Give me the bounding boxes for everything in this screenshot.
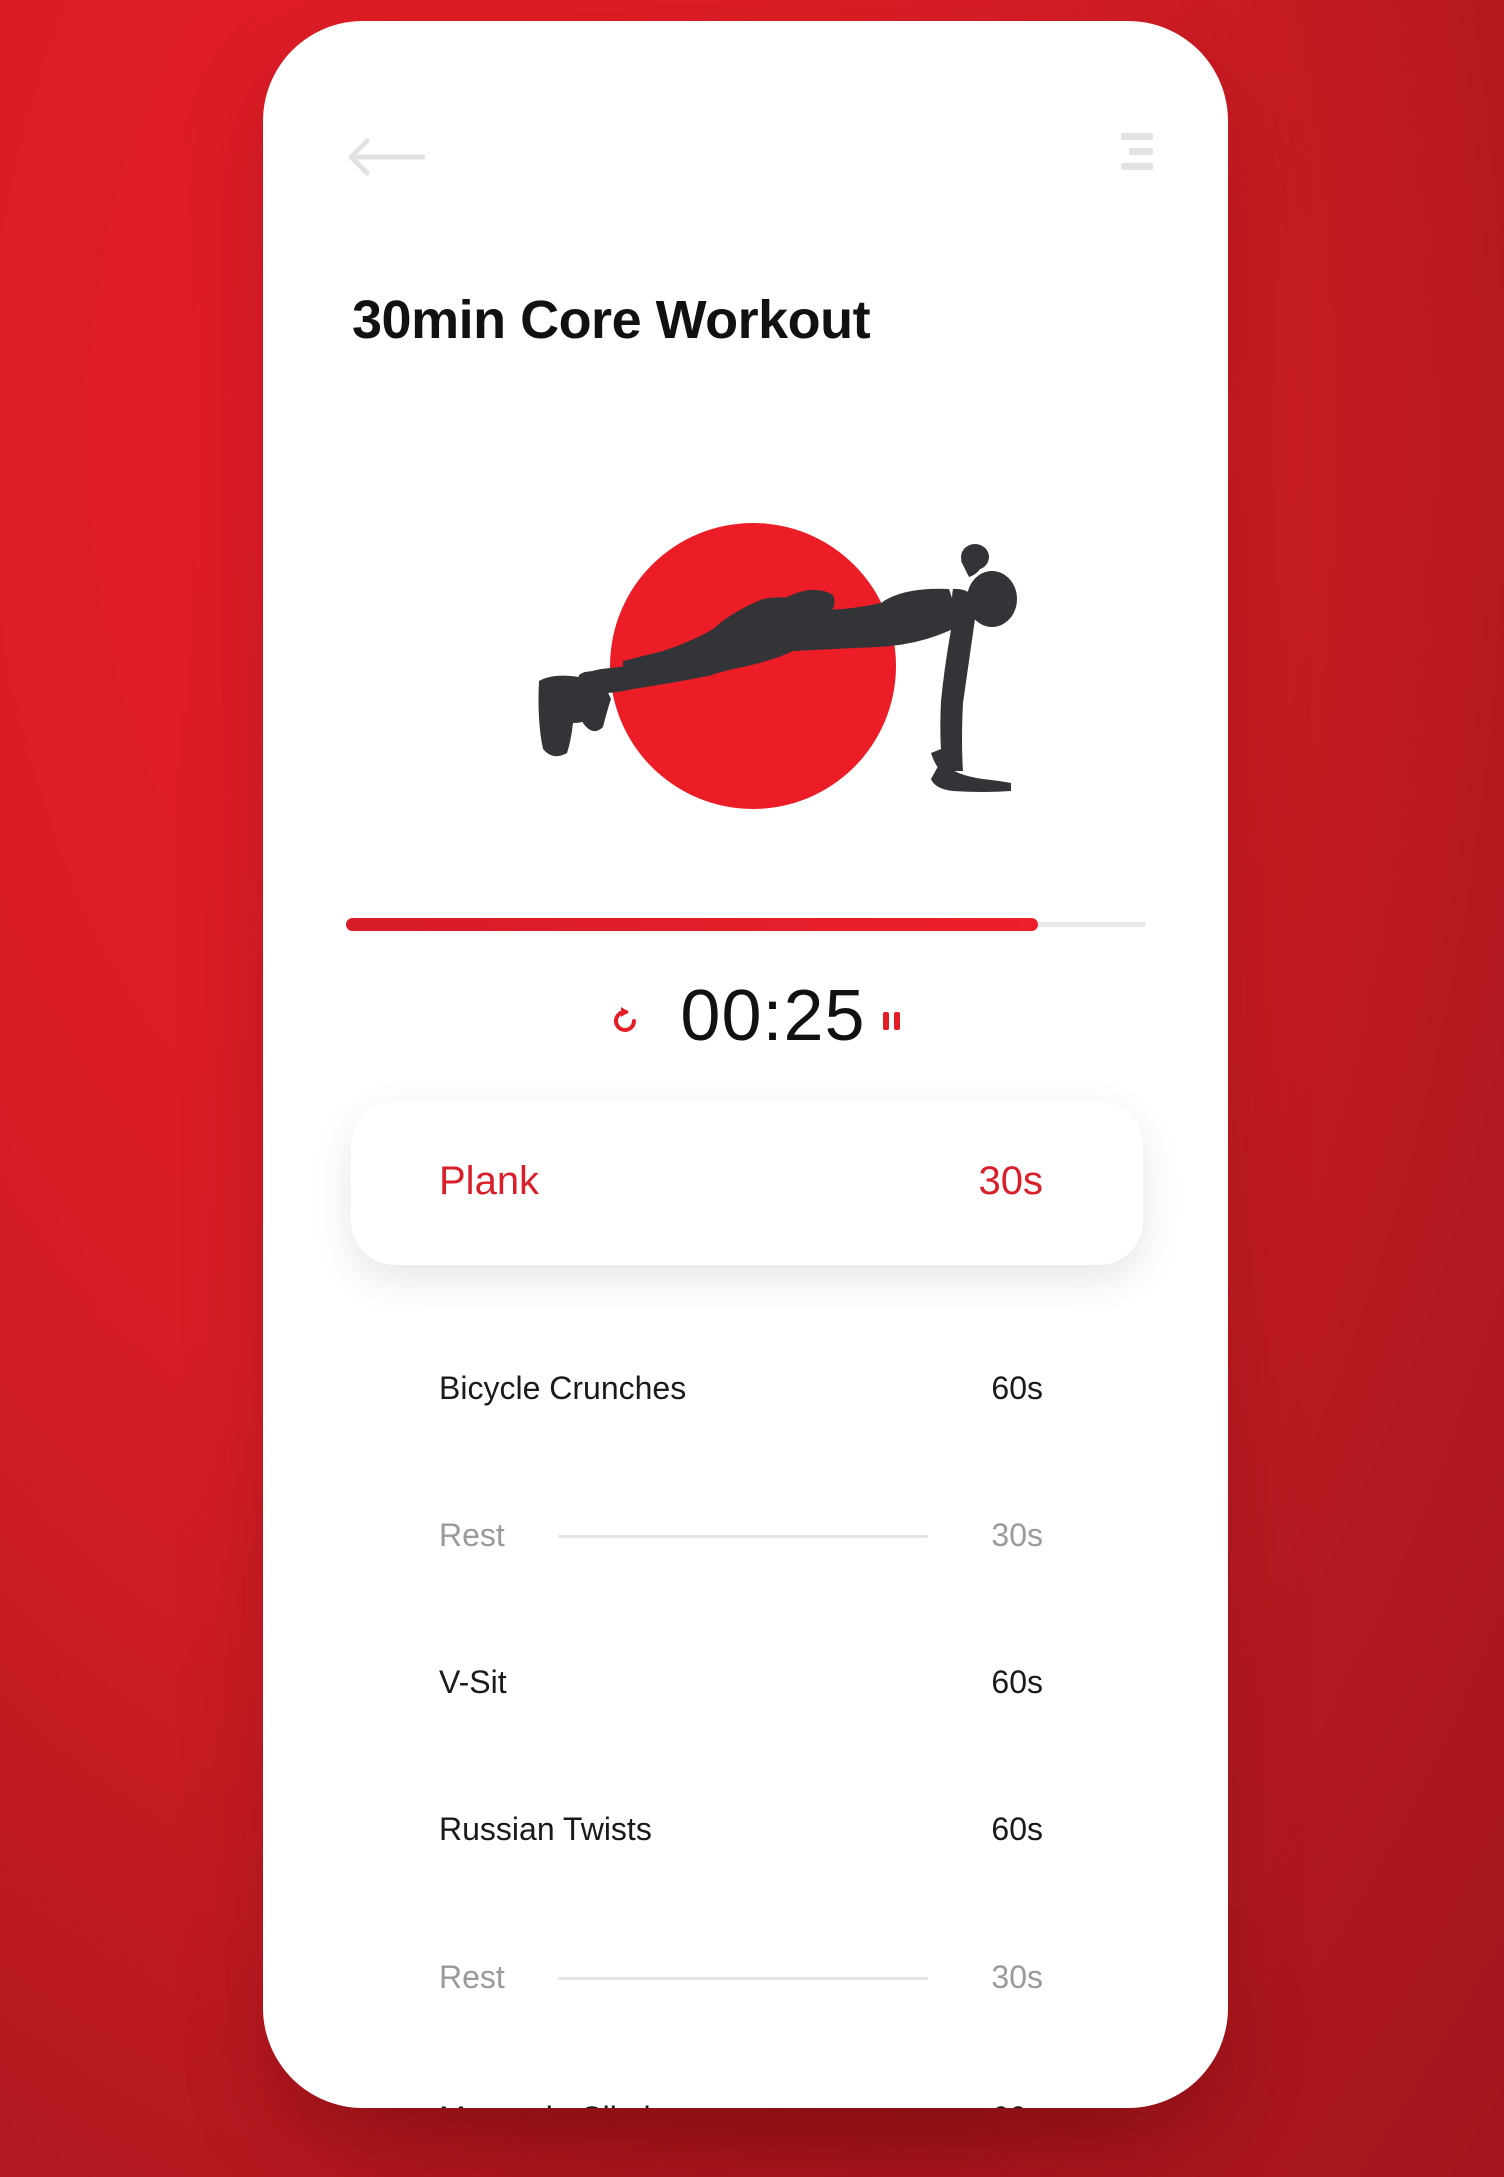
exercise-duration: 30s [978, 1159, 1044, 1203]
menu-icon [1121, 133, 1153, 170]
exercise-name: V-Sit [439, 1664, 507, 1700]
rest-duration: 30s [991, 1959, 1043, 1995]
arrow-left-icon [348, 138, 426, 176]
exercise-duration: 60s [991, 1811, 1043, 1847]
page-title: 30min Core Workout [352, 290, 871, 350]
timer-controls: 00:25 [263, 971, 1228, 1071]
rest-divider-line [558, 1977, 928, 1980]
pause-button[interactable] [880, 1008, 904, 1034]
exercise-item[interactable]: Mountain Climbers 60s [439, 2088, 1043, 2108]
refresh-icon [614, 1007, 636, 1032]
rest-item[interactable]: Rest 30s [439, 1505, 1043, 1565]
reset-button[interactable] [609, 1004, 643, 1038]
rest-item[interactable]: Rest 30s [439, 1947, 1043, 2007]
timer-display: 00:25 [680, 976, 866, 1056]
back-button[interactable] [345, 135, 426, 179]
rest-label: Rest [439, 1959, 505, 1995]
workout-progress-bar[interactable] [346, 918, 1146, 932]
exercise-duration: 60s [991, 1370, 1043, 1406]
menu-button[interactable] [1105, 127, 1153, 177]
exercise-item-active[interactable]: Plank 30s [351, 1101, 1143, 1265]
exercise-duration: 60s [991, 2100, 1043, 2108]
exercise-duration: 60s [991, 1664, 1043, 1700]
exercise-name: Bicycle Crunches [439, 1370, 687, 1406]
pause-icon [883, 1012, 900, 1030]
progress-fill [346, 918, 1038, 931]
exercise-name: Mountain Climbers [439, 2100, 706, 2108]
plank-illustration [538, 523, 1017, 809]
rest-divider-line [558, 1535, 928, 1538]
rest-label: Rest [439, 1517, 505, 1553]
exercise-item[interactable]: Bicycle Crunches 60s [439, 1358, 1043, 1418]
phone-screen: 30min Core Workout 00:25 Plank 30s Bicyc… [263, 21, 1228, 2108]
rest-duration: 30s [991, 1517, 1043, 1553]
exercise-name: Russian Twists [439, 1811, 652, 1847]
exercise-item[interactable]: Russian Twists 60s [439, 1799, 1043, 1859]
exercise-item[interactable]: V-Sit 60s [439, 1652, 1043, 1712]
exercise-name: Plank [439, 1159, 540, 1203]
